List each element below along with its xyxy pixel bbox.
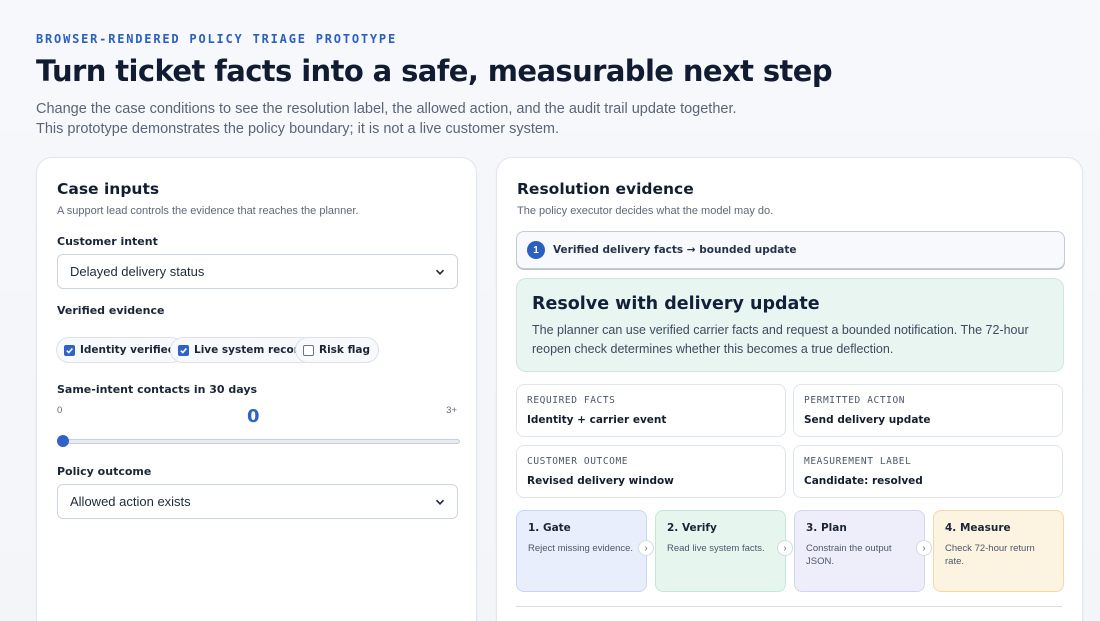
- fact-value: Send delivery update: [804, 414, 931, 426]
- flow-step-title: 4. Measure: [945, 522, 1011, 534]
- checkbox-label: Risk flag: [319, 344, 370, 356]
- fact-value: Candidate: resolved: [804, 475, 923, 487]
- evidence-label: Verified evidence: [57, 304, 165, 317]
- contacts-label: Same-intent contacts in 30 days: [57, 383, 258, 396]
- fact-card: MEASUREMENT LABEL Candidate: resolved: [793, 445, 1063, 498]
- subtitle-line: Change the case conditions to see the re…: [36, 101, 737, 117]
- page-subtitle: Change the case conditions to see the re…: [36, 99, 796, 139]
- intent-select[interactable]: Delayed delivery status: [57, 254, 458, 289]
- step-text: Verified delivery facts → bounded update: [553, 244, 797, 256]
- outcome-label: Policy outcome: [57, 465, 152, 478]
- fact-value: Revised delivery window: [527, 475, 674, 487]
- panel-description: The policy executor decides what the mod…: [517, 205, 774, 217]
- outcome-select-value: Allowed action exists: [70, 494, 191, 509]
- resolution-result-card: Resolve with delivery update The planner…: [516, 278, 1064, 372]
- fact-card: REQUIRED FACTS Identity + carrier event: [516, 384, 786, 437]
- fact-label: CUSTOMER OUTCOME: [527, 456, 629, 467]
- divider: [516, 606, 1062, 607]
- panel-title: Resolution evidence: [517, 180, 694, 198]
- checkbox-checked-icon: [64, 344, 75, 356]
- page-title: Turn ticket facts into a safe, measurabl…: [36, 54, 833, 88]
- current-step-indicator: 1 Verified delivery facts → bounded upda…: [516, 231, 1065, 269]
- chevron-right-icon: ›: [916, 540, 932, 556]
- chevron-down-icon: [435, 499, 445, 505]
- outcome-select[interactable]: Allowed action exists: [57, 484, 458, 519]
- eyebrow-label: BROWSER-RENDERED POLICY TRIAGE PROTOTYPE: [36, 32, 397, 46]
- intent-select-value: Delayed delivery status: [70, 264, 205, 279]
- flow-step-gate: 1. Gate Reject missing evidence.: [516, 510, 647, 592]
- panel-description: A support lead controls the evidence tha…: [57, 205, 359, 217]
- chevron-right-icon: ›: [638, 540, 654, 556]
- flow-step-desc: Read live system facts.: [667, 543, 765, 554]
- contacts-value: 0: [247, 406, 260, 427]
- contacts-slider-track[interactable]: [59, 439, 460, 444]
- intent-label: Customer intent: [57, 235, 158, 248]
- fact-card: CUSTOMER OUTCOME Revised delivery window: [516, 445, 786, 498]
- flow-step-plan: 3. Plan Constrain the output JSON.: [794, 510, 925, 592]
- live-system-record-checkbox[interactable]: Live system record: [170, 337, 316, 363]
- fact-card: PERMITTED ACTION Send delivery update: [793, 384, 1063, 437]
- flow-step-title: 3. Plan: [806, 522, 847, 534]
- subtitle-line: This prototype demonstrates the policy b…: [36, 121, 560, 137]
- flow-step-title: 2. Verify: [667, 522, 717, 534]
- flow-step-desc: Reject missing evidence.: [528, 543, 634, 554]
- range-max-label: 3+: [446, 405, 457, 416]
- flow-step-desc: Check 72-hour return rate.: [945, 543, 1035, 567]
- panel-title: Case inputs: [57, 180, 160, 198]
- contacts-slider-thumb[interactable]: [57, 435, 69, 447]
- chevron-right-icon: ›: [777, 540, 793, 556]
- checkbox-label: Identity verified: [80, 344, 176, 356]
- flow-step-measure: 4. Measure Check 72-hour return rate.: [933, 510, 1064, 592]
- fact-label: MEASUREMENT LABEL: [804, 456, 912, 467]
- checkbox-checked-icon: [178, 344, 189, 356]
- flow-step-verify: 2. Verify Read live system facts.: [655, 510, 786, 592]
- flow-step-title: 1. Gate: [528, 522, 571, 534]
- step-number-badge: 1: [527, 241, 545, 259]
- flow-step-desc: Constrain the output JSON.: [806, 543, 892, 567]
- fact-label: REQUIRED FACTS: [527, 395, 616, 406]
- fact-label: PERMITTED ACTION: [804, 395, 906, 406]
- resolution-evidence-panel: Resolution evidence The policy executor …: [496, 157, 1083, 621]
- range-min-label: 0: [57, 405, 63, 416]
- identity-verified-checkbox[interactable]: Identity verified: [56, 337, 185, 363]
- checkbox-label: Live system record: [194, 344, 307, 356]
- chevron-down-icon: [435, 269, 445, 275]
- fact-value: Identity + carrier event: [527, 414, 667, 426]
- risk-flag-checkbox[interactable]: Risk flag: [295, 337, 379, 363]
- result-description: The planner can use verified carrier fac…: [532, 323, 1029, 356]
- case-inputs-panel: Case inputs A support lead controls the …: [36, 157, 477, 621]
- checkbox-unchecked-icon: [303, 344, 314, 356]
- result-title: Resolve with delivery update: [532, 294, 820, 314]
